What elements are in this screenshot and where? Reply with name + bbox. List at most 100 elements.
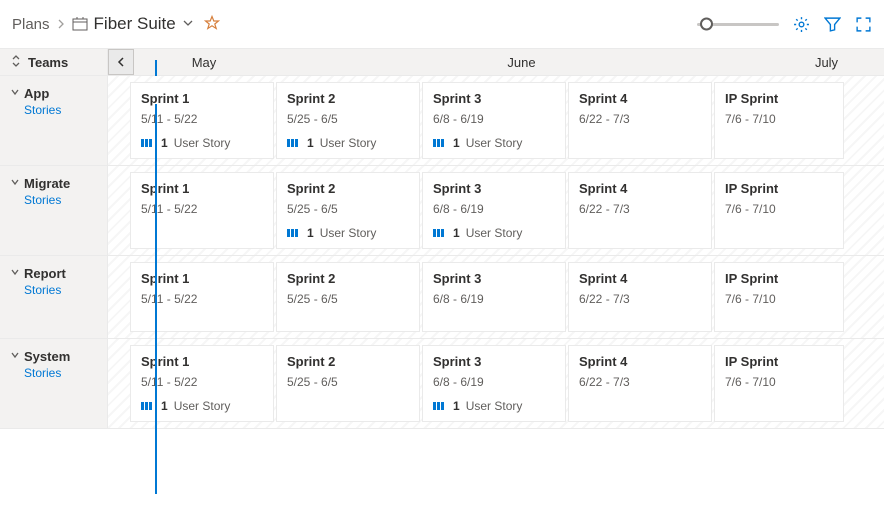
sprint-card[interactable]: Sprint 46/22 - 7/3 bbox=[568, 172, 712, 249]
zoom-slider[interactable] bbox=[697, 14, 779, 34]
sprint-dates: 5/11 - 5/22 bbox=[141, 292, 263, 306]
work-item-summary[interactable]: 1User Story bbox=[433, 399, 555, 413]
team-row-side: App Stories bbox=[0, 76, 108, 165]
sprint-card[interactable]: IP Sprint 7/6 - 7/10 bbox=[714, 172, 844, 249]
work-item-summary[interactable]: 1 User Story bbox=[433, 226, 555, 240]
team-name[interactable]: Migrate bbox=[10, 176, 99, 191]
sprint-card[interactable]: Sprint 3 6/8 - 6/19 1 User Story bbox=[422, 172, 566, 249]
sprint-title: Sprint 1 bbox=[141, 271, 263, 286]
sprint-title: Sprint 2 bbox=[287, 91, 409, 106]
sprint-title: Sprint 2 bbox=[287, 271, 409, 286]
work-item-count: 1 bbox=[161, 399, 168, 413]
sprint-dates: 7/6 - 7/10 bbox=[725, 292, 833, 306]
team-row-body: Sprint 15/11 - 5/221User StorySprint 25/… bbox=[108, 76, 884, 165]
user-story-icon bbox=[433, 227, 447, 239]
sprint-dates: 5/11 - 5/22 bbox=[141, 112, 263, 126]
team-stories-link[interactable]: Stories bbox=[24, 283, 99, 297]
chevron-down-icon[interactable] bbox=[182, 17, 194, 32]
today-marker-tick bbox=[155, 60, 157, 76]
work-item-summary[interactable]: 1User Story bbox=[141, 399, 263, 413]
plan-title[interactable]: Fiber Suite bbox=[94, 14, 176, 34]
work-item-summary[interactable]: 1User Story bbox=[287, 226, 409, 240]
sprint-card[interactable]: Sprint 15/11 - 5/221User Story bbox=[130, 82, 274, 159]
sprint-card[interactable]: IP Sprint 7/6 - 7/10 bbox=[714, 262, 844, 332]
expand-icon[interactable] bbox=[855, 16, 872, 33]
sprint-dates: 5/25 - 6/5 bbox=[287, 112, 409, 126]
team-row-side: Report Stories bbox=[0, 256, 108, 338]
work-item-count: 1 bbox=[453, 136, 460, 150]
timeline-header: Teams May June July bbox=[0, 48, 884, 76]
page-header: Plans Fiber Suite bbox=[0, 0, 884, 48]
plan-icon bbox=[72, 16, 88, 32]
sprint-title: IP Sprint bbox=[725, 271, 833, 286]
team-stories-link[interactable]: Stories bbox=[24, 366, 99, 380]
sprint-title: IP Sprint bbox=[725, 354, 833, 369]
team-row: System Stories Sprint 1 5/11 - 5/22 1User St… bbox=[0, 339, 884, 429]
sprint-card[interactable]: Sprint 25/25 - 6/5 bbox=[276, 345, 420, 422]
sprint-title: IP Sprint bbox=[725, 181, 833, 196]
scroll-left-button[interactable] bbox=[108, 49, 134, 75]
sprint-card[interactable]: Sprint 2 5/25 - 6/5 1User Story bbox=[276, 82, 420, 159]
user-story-icon bbox=[287, 227, 301, 239]
month-header: June bbox=[274, 49, 769, 75]
sprint-dates: 5/11 - 5/22 bbox=[141, 375, 263, 389]
sprint-title: Sprint 3 bbox=[433, 181, 555, 196]
sprint-card[interactable]: Sprint 15/11 - 5/22 bbox=[130, 172, 274, 249]
chevron-down-icon[interactable] bbox=[10, 177, 20, 190]
team-name[interactable]: System bbox=[10, 349, 99, 364]
sprint-title: Sprint 3 bbox=[433, 271, 555, 286]
team-stories-link[interactable]: Stories bbox=[24, 193, 99, 207]
sprint-dates: 7/6 - 7/10 bbox=[725, 202, 833, 216]
chevron-down-icon[interactable] bbox=[10, 267, 20, 280]
work-item-summary[interactable]: 1User Story bbox=[141, 136, 263, 150]
work-item-summary[interactable]: 1User Story bbox=[287, 136, 409, 150]
sprint-card[interactable]: IP Sprint 7/6 - 7/10 bbox=[714, 345, 844, 422]
sprint-card[interactable]: Sprint 46/22 - 7/3 bbox=[568, 262, 712, 332]
sprint-title: Sprint 4 bbox=[579, 354, 701, 369]
sprint-dates: 6/8 - 6/19 bbox=[433, 375, 555, 389]
user-story-icon bbox=[433, 137, 447, 149]
sprint-title: Sprint 1 bbox=[141, 181, 263, 196]
team-stories-link[interactable]: Stories bbox=[24, 103, 99, 117]
sprint-dates: 6/22 - 7/3 bbox=[579, 112, 701, 126]
filter-icon[interactable] bbox=[824, 16, 841, 33]
chevron-down-icon[interactable] bbox=[10, 87, 20, 100]
expand-all-icon[interactable] bbox=[10, 55, 22, 70]
today-marker-line bbox=[155, 104, 157, 494]
team-name[interactable]: Report bbox=[10, 266, 99, 281]
sprint-title: Sprint 1 bbox=[141, 354, 263, 369]
sprint-dates: 7/6 - 7/10 bbox=[725, 375, 833, 389]
sprint-title: Sprint 3 bbox=[433, 91, 555, 106]
sprint-dates: 6/8 - 6/19 bbox=[433, 202, 555, 216]
team-row: Report Stories Sprint 1 5/11 - 5/22 Sprint 2… bbox=[0, 256, 884, 339]
team-name[interactable]: App bbox=[10, 86, 99, 101]
sprint-card[interactable]: Sprint 25/25 - 6/51User Story bbox=[276, 172, 420, 249]
sprint-title: IP Sprint bbox=[725, 91, 833, 106]
work-item-label: User Story bbox=[466, 226, 523, 240]
sprint-dates: 6/8 - 6/19 bbox=[433, 292, 555, 306]
sprint-dates: 6/22 - 7/3 bbox=[579, 375, 701, 389]
chevron-right-icon bbox=[56, 17, 66, 32]
settings-gear-icon[interactable] bbox=[793, 16, 810, 33]
sprint-card[interactable]: IP Sprint7/6 - 7/10 bbox=[714, 82, 844, 159]
sprint-card[interactable]: Sprint 4 6/22 - 7/3 bbox=[568, 345, 712, 422]
sprint-title: Sprint 4 bbox=[579, 91, 701, 106]
sprint-dates: 5/25 - 6/5 bbox=[287, 292, 409, 306]
sprint-card[interactable]: Sprint 2 5/25 - 6/5 bbox=[276, 262, 420, 332]
work-item-summary[interactable]: 1 User Story bbox=[433, 136, 555, 150]
sprint-card[interactable]: Sprint 4 6/22 - 7/3 bbox=[568, 82, 712, 159]
chevron-down-icon[interactable] bbox=[10, 350, 20, 363]
sprint-card[interactable]: Sprint 36/8 - 6/191User Story bbox=[422, 345, 566, 422]
work-item-label: User Story bbox=[466, 136, 523, 150]
favorite-star-icon[interactable] bbox=[204, 15, 220, 34]
sprint-dates: 6/22 - 7/3 bbox=[579, 202, 701, 216]
teams-column-header[interactable]: Teams bbox=[0, 49, 108, 75]
sprint-card[interactable]: Sprint 1 5/11 - 5/22 1User Story bbox=[130, 345, 274, 422]
breadcrumb-root[interactable]: Plans bbox=[12, 16, 50, 33]
sprint-card[interactable]: Sprint 3 6/8 - 6/19 bbox=[422, 262, 566, 332]
sprint-card[interactable]: Sprint 36/8 - 6/191User Story bbox=[422, 82, 566, 159]
sprint-card[interactable]: Sprint 1 5/11 - 5/22 bbox=[130, 262, 274, 332]
team-row-body: Sprint 1 5/11 - 5/22 1User Story Sprint 25/… bbox=[108, 339, 884, 428]
teams-header-label: Teams bbox=[28, 55, 68, 70]
work-item-count: 1 bbox=[453, 226, 460, 240]
